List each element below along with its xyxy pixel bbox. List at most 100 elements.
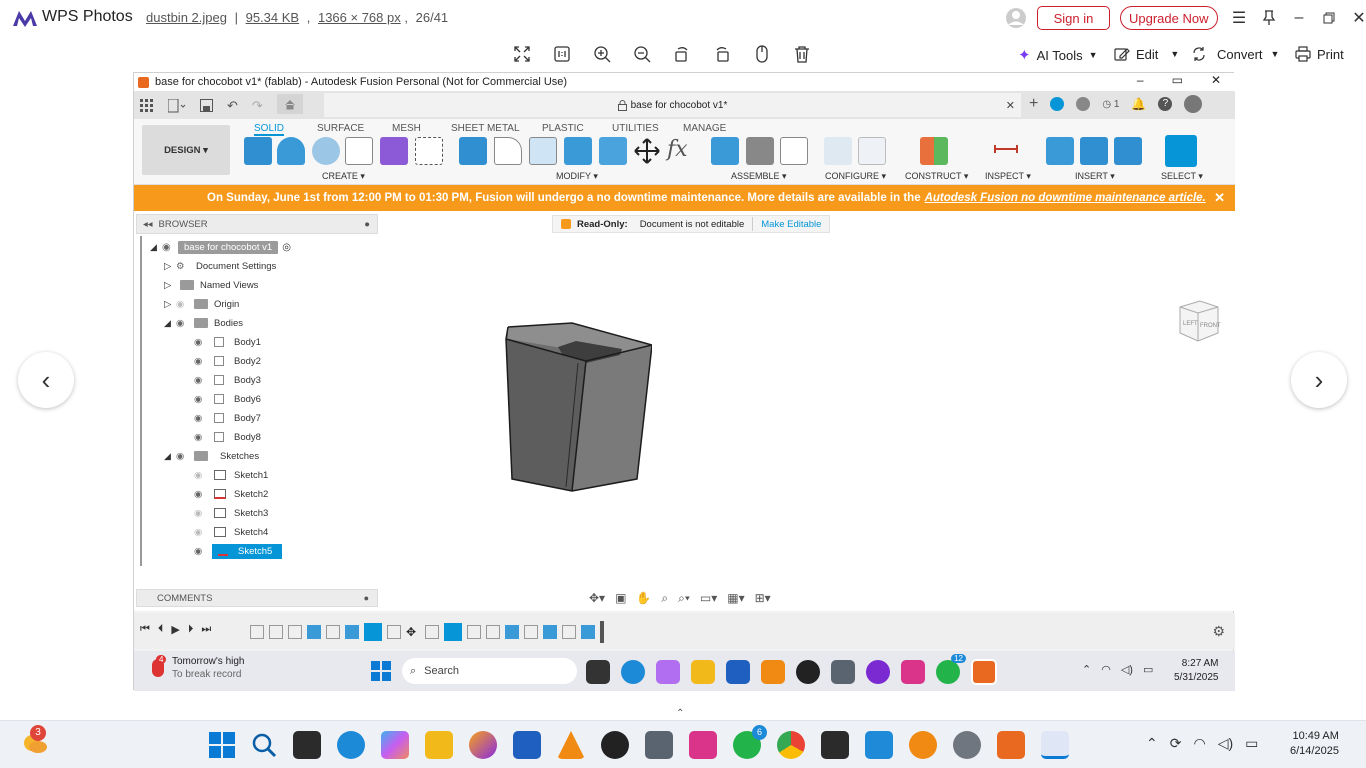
battery-icon[interactable]: ▭ <box>1143 663 1153 676</box>
zoom-in-icon[interactable] <box>586 38 618 70</box>
banner-link[interactable]: Autodesk Fusion no downtime maintenance … <box>925 192 1206 204</box>
inner-weather-widget[interactable]: 4 Tomorrow's high To break record <box>152 655 245 681</box>
orbit-icon[interactable]: ✥▾ <box>589 591 605 605</box>
press-pull-icon[interactable] <box>459 137 487 165</box>
vscode-icon[interactable] <box>865 731 893 759</box>
zoom-icon[interactable]: ⌕ <box>661 591 668 606</box>
user-avatar-icon[interactable] <box>1005 7 1027 29</box>
banner-close-icon[interactable]: ✕ <box>1214 190 1225 206</box>
inner-start-icon[interactable] <box>371 661 391 681</box>
inner-whatsapp-icon[interactable]: 12 <box>936 654 966 684</box>
look-at-icon[interactable]: ▣ <box>615 591 626 605</box>
timeline-sketch-icon[interactable] <box>562 625 576 639</box>
tab-mesh[interactable]: MESH <box>392 123 421 134</box>
file-menu-icon[interactable] <box>168 98 186 113</box>
terminal-icon[interactable] <box>821 731 849 759</box>
viewports-icon[interactable]: ⊞▾ <box>755 591 771 605</box>
tree-body[interactable]: ◉ Body1 <box>194 333 261 351</box>
eye-icon[interactable]: ◉ <box>194 337 208 348</box>
workspace-selector[interactable]: DESIGN ▾ <box>142 125 230 175</box>
timeline-extrude-icon[interactable] <box>581 625 595 639</box>
tab-close-icon[interactable]: ✕ <box>1006 99 1015 112</box>
tree-sketch[interactable]: ◉ Sketch2 <box>194 485 268 503</box>
comments-add-icon[interactable]: ● <box>364 593 369 603</box>
tree-sketch-selected[interactable]: ◉ Sketch5 <box>194 542 283 560</box>
vlc-icon[interactable] <box>557 731 585 759</box>
store-icon[interactable] <box>513 731 541 759</box>
wifi-icon[interactable]: ◠ <box>1193 735 1205 752</box>
timeline-sketch-icon[interactable] <box>250 625 264 639</box>
convert-button[interactable]: Convert ▼ <box>1191 46 1279 62</box>
new-component-icon[interactable] <box>244 137 272 165</box>
make-editable-button[interactable]: Make Editable <box>761 219 821 230</box>
tree-document-settings[interactable]: ▷ ⚙ Document Settings <box>164 257 276 275</box>
browser-pin-icon[interactable]: ● <box>364 219 370 230</box>
document-tab[interactable]: base for chocobot v1* ✕ <box>324 93 1021 117</box>
hole-icon[interactable] <box>312 137 340 165</box>
group-create[interactable]: CREATE ▾ <box>322 171 365 182</box>
shell-icon[interactable] <box>529 137 557 165</box>
view-cube[interactable]: LEFT FRONT <box>1174 297 1222 347</box>
tree-origin[interactable]: ▷ ◉ Origin <box>164 295 239 313</box>
fullscreen-icon[interactable] <box>506 38 538 70</box>
fillet-icon[interactable] <box>494 137 522 165</box>
fusion-close-icon[interactable]: ✕ <box>1211 73 1221 87</box>
inner-bitwarden-icon[interactable] <box>796 660 820 684</box>
inner-photos-icon[interactable] <box>901 660 925 684</box>
search-icon[interactable] <box>251 732 277 758</box>
group-modify[interactable]: MODIFY ▾ <box>556 171 598 182</box>
ai-tools-button[interactable]: ✦ AI Tools ▼ <box>1018 46 1098 64</box>
fusion-icon[interactable] <box>997 731 1025 759</box>
select-icon[interactable] <box>1165 135 1197 167</box>
photos-icon[interactable] <box>689 731 717 759</box>
timeline-forward-icon[interactable]: ⏵ <box>188 623 194 636</box>
calculator-icon[interactable] <box>645 731 673 759</box>
comments-panel[interactable]: COMMENTS ● <box>136 589 378 607</box>
settings-icon[interactable] <box>953 731 981 759</box>
as-built-joint-icon[interactable] <box>780 137 808 165</box>
tree-sketch[interactable]: ◉ Sketch4 <box>194 523 268 541</box>
rotate-right-icon[interactable] <box>706 38 738 70</box>
display-settings-icon[interactable]: ▭▾ <box>700 591 717 605</box>
bell-icon[interactable]: 🔔 <box>1131 97 1146 111</box>
offset-plane-icon[interactable] <box>920 137 948 165</box>
grid-settings-icon[interactable]: ▦▾ <box>727 591 744 605</box>
insert-image-icon[interactable] <box>1114 137 1142 165</box>
eye-icon[interactable]: ◉ <box>162 242 176 253</box>
battery-icon[interactable]: ▭ <box>1245 735 1258 752</box>
group-assemble[interactable]: ASSEMBLE ▾ <box>731 171 787 182</box>
close-icon[interactable]: ✕ <box>1344 3 1366 33</box>
group-construct[interactable]: CONSTRUCT ▾ <box>905 171 968 182</box>
eye-icon[interactable]: ◉ <box>194 413 208 424</box>
next-image-button[interactable]: › <box>1291 352 1347 408</box>
split-icon[interactable] <box>599 137 627 165</box>
timeline-end-icon[interactable]: ⏭ <box>201 623 211 636</box>
timeline-sketch-icon[interactable] <box>524 625 538 639</box>
configure-table-icon[interactable] <box>858 137 886 165</box>
timeline-sketch-icon[interactable] <box>486 625 500 639</box>
timeline-selected-icon[interactable] <box>444 623 462 641</box>
insert-derive-icon[interactable] <box>1046 137 1074 165</box>
grid-menu-icon[interactable] <box>140 98 154 113</box>
sync-icon[interactable]: ⟳ <box>1170 735 1182 752</box>
upgrade-button[interactable]: Upgrade Now <box>1120 6 1218 30</box>
eye-icon[interactable]: ◉ <box>176 451 190 462</box>
form-icon[interactable] <box>380 137 408 165</box>
tab-plastic[interactable]: PLASTIC <box>542 123 584 134</box>
bitwarden-icon[interactable] <box>601 731 629 759</box>
eye-hidden-icon[interactable]: ◉ <box>194 470 208 481</box>
timeline-selected-icon[interactable] <box>364 623 382 641</box>
actual-size-icon[interactable] <box>546 38 578 70</box>
eye-icon[interactable]: ◉ <box>176 318 190 329</box>
menu-icon[interactable]: ☰ <box>1224 3 1254 33</box>
undo-icon[interactable]: ↶ <box>227 98 238 114</box>
job-status-icon[interactable] <box>1076 97 1091 111</box>
rotate-left-icon[interactable] <box>666 38 698 70</box>
inner-vlc-icon[interactable] <box>761 660 785 684</box>
eye-hidden-icon[interactable]: ◉ <box>194 527 208 538</box>
file-name[interactable]: dustbin 2.jpeg <box>146 10 227 25</box>
tree-body[interactable]: ◉ Body6 <box>194 390 261 408</box>
eye-icon[interactable]: ◉ <box>194 489 208 500</box>
volume-icon[interactable]: ◁) <box>1121 663 1133 676</box>
zoom-out-icon[interactable] <box>626 38 658 70</box>
